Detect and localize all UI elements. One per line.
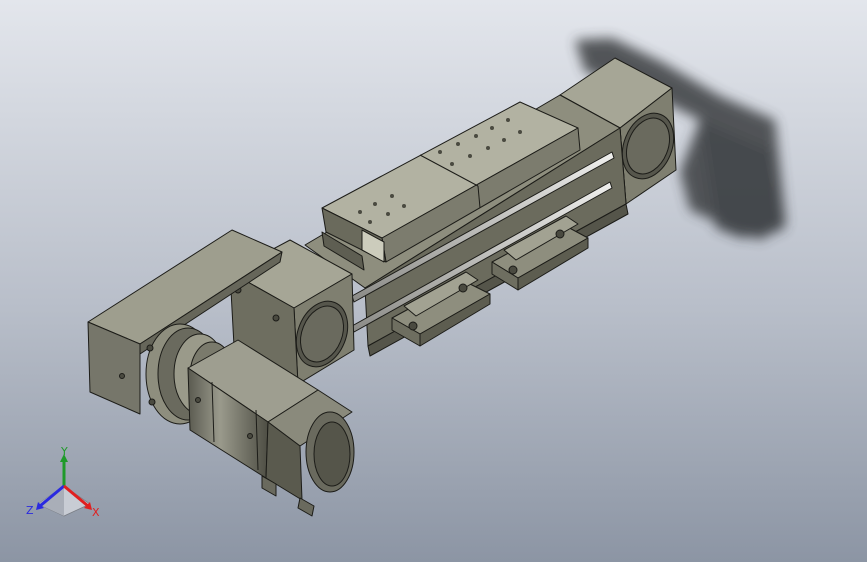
graphics-viewport[interactable]: Y Z X (0, 0, 867, 562)
y-axis-label: Y (60, 446, 68, 458)
model-canvas[interactable] (0, 0, 867, 562)
x-axis-label: X (92, 506, 100, 519)
reference-triad: Y Z X (26, 446, 100, 519)
z-axis-label: Z (26, 504, 34, 517)
